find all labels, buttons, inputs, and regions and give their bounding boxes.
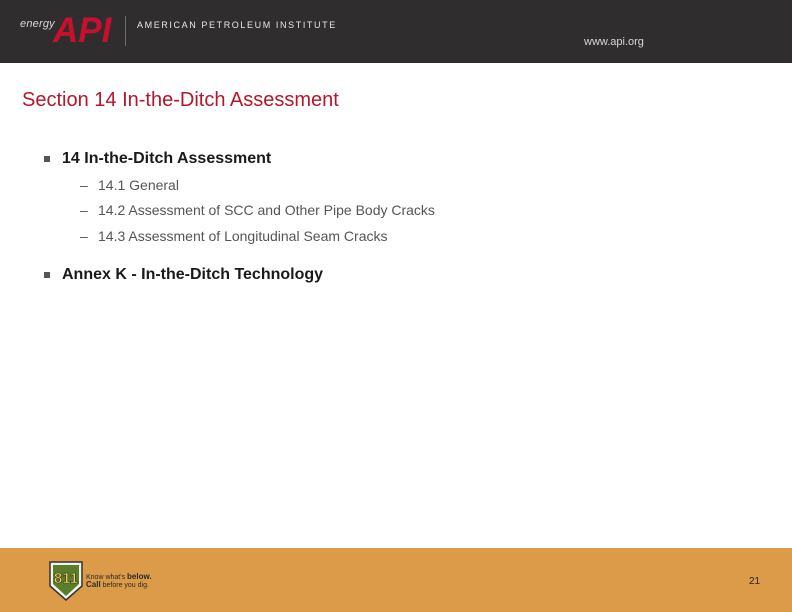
api-logo-icon: API	[52, 11, 113, 48]
square-bullet-icon	[44, 156, 50, 162]
page-number: 21	[749, 576, 761, 587]
org-name: AMERICAN PETROLEUM INSTITUTE	[137, 20, 337, 30]
header-divider	[125, 16, 126, 46]
footer-tagline-2: Call before you dig.	[86, 580, 149, 589]
square-bullet-icon	[44, 272, 50, 278]
sub-bullet-item: –14.1 General	[80, 177, 179, 193]
slide-title: Section 14 In-the-Ditch Assessment	[22, 89, 339, 111]
sub-bullet-label: 14.2 Assessment of SCC and Other Pipe Bo…	[98, 202, 435, 218]
dash-bullet-icon: –	[80, 202, 88, 218]
api-logo-text: API	[52, 11, 113, 48]
dash-bullet-icon: –	[80, 228, 88, 244]
header-bar: energy API AMERICAN PETROLEUM INSTITUTE …	[0, 0, 792, 63]
badge-number: 811	[54, 570, 78, 587]
bullet-label: Annex K - In-the-Ditch Technology	[62, 266, 324, 283]
sub-bullet-label: 14.3 Assessment of Longitudinal Seam Cra…	[98, 228, 388, 244]
website-link[interactable]: www.api.org	[584, 36, 644, 48]
sub-bullet-label: 14.1 General	[98, 177, 179, 193]
dash-bullet-icon: –	[80, 177, 88, 193]
logo-energy-text: energy	[20, 18, 55, 30]
bullet-label: 14 In-the-Ditch Assessment	[62, 150, 272, 167]
call-811-logo-icon: 811	[49, 561, 83, 601]
sub-bullet-item: –14.3 Assessment of Longitudinal Seam Cr…	[80, 228, 388, 244]
sub-bullet-item: –14.2 Assessment of SCC and Other Pipe B…	[80, 202, 435, 218]
